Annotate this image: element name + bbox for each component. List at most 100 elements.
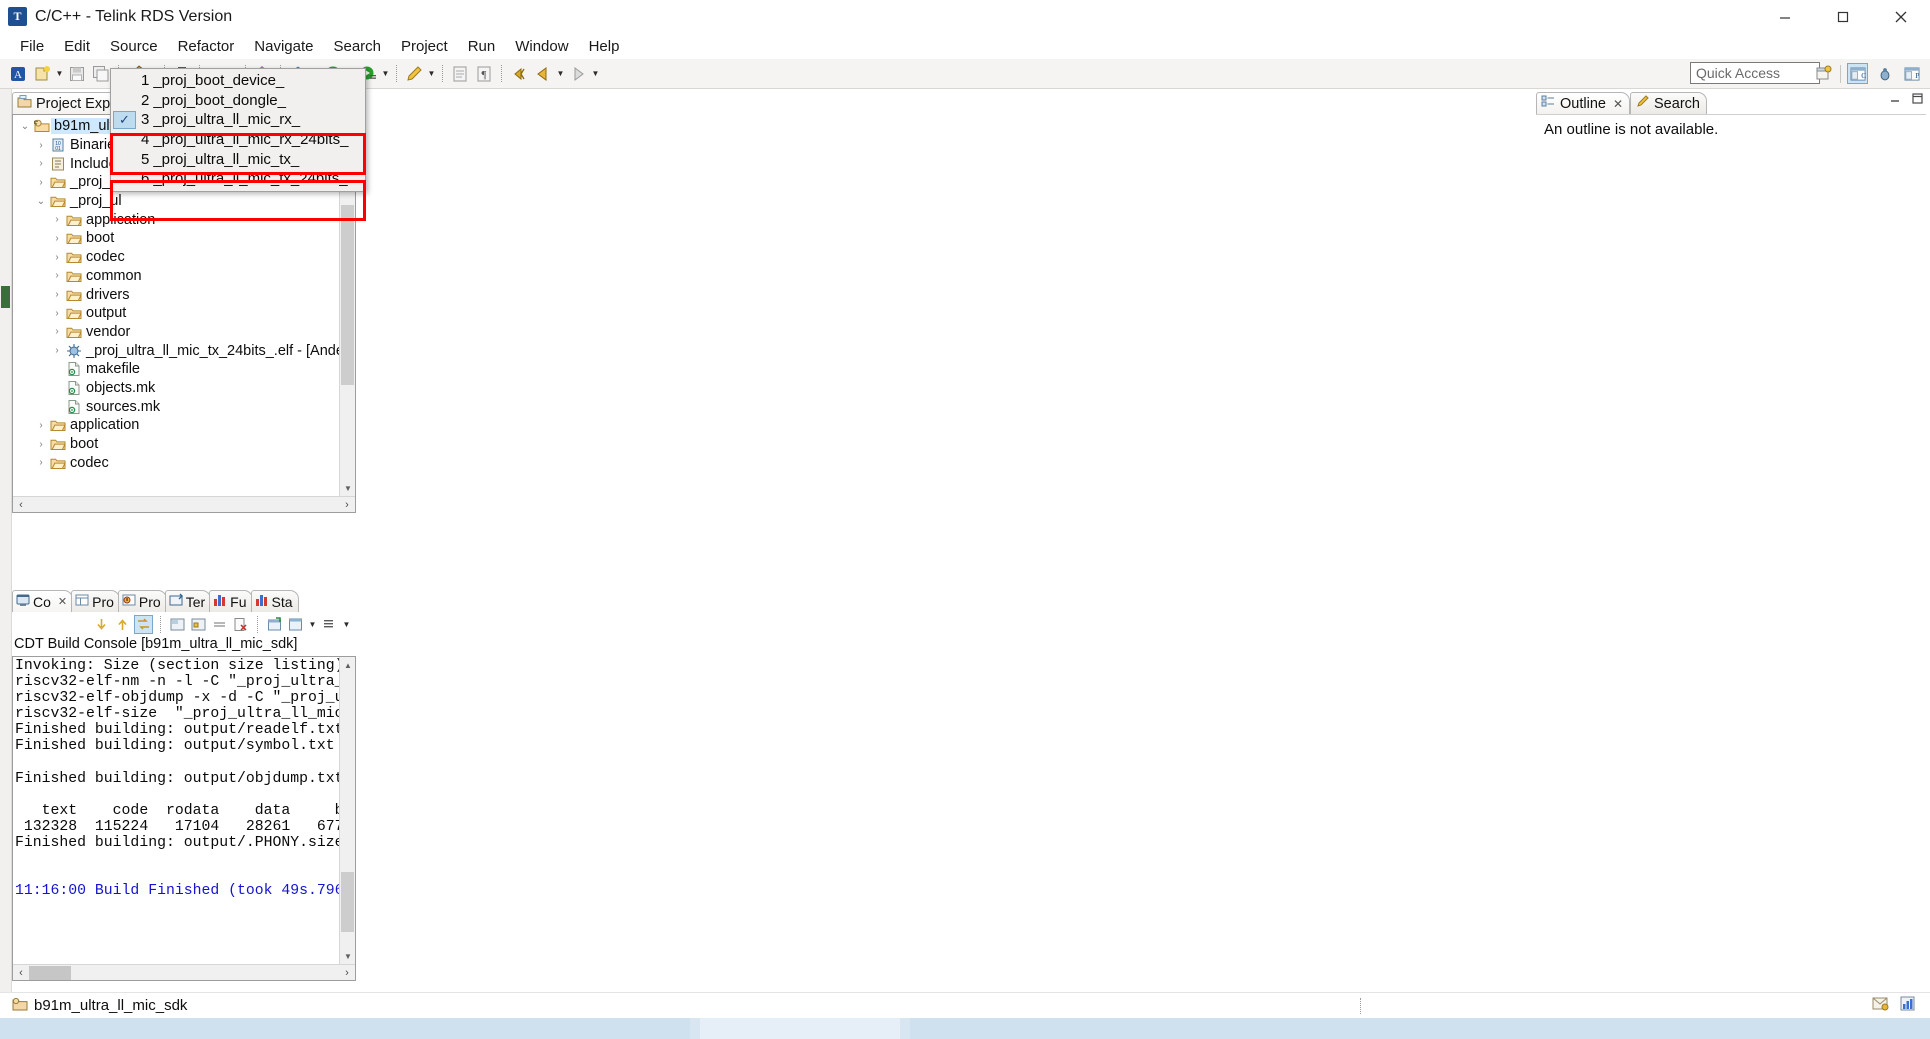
chevron-right-icon[interactable]: › [49, 214, 65, 225]
tree-item[interactable]: › vendor [13, 323, 339, 342]
chevron-right-icon[interactable]: › [33, 420, 49, 431]
show-whitespace-icon[interactable] [449, 63, 471, 85]
menu-project[interactable]: Project [391, 35, 458, 58]
tree-horizontal-scrollbar[interactable]: ‹ › [13, 496, 355, 512]
clear-console-icon[interactable] [168, 615, 187, 634]
build-config-item[interactable]: 4 _proj_ultra_ll_mic_rx_24bits_ [111, 130, 365, 150]
tree-item[interactable]: › application [13, 416, 339, 435]
word-wrap-icon[interactable] [210, 615, 229, 634]
tab-search[interactable]: Search [1630, 92, 1707, 114]
tree-item[interactable]: › boot [13, 229, 339, 248]
chevron-right-icon[interactable]: › [49, 289, 65, 300]
forward-dropdown-arrow-icon[interactable]: ▼ [590, 63, 601, 85]
menu-refactor[interactable]: Refactor [168, 35, 245, 58]
chevron-right-icon[interactable]: › [49, 233, 65, 244]
chevron-down-icon[interactable]: ⌄ [17, 121, 33, 132]
close-icon[interactable]: ✕ [58, 595, 67, 608]
close-icon[interactable] [1872, 0, 1930, 33]
save-all-icon[interactable] [90, 63, 112, 85]
minimize-icon[interactable] [1756, 0, 1814, 33]
menu-file[interactable]: File [10, 35, 54, 58]
back-arrow-icon[interactable] [532, 63, 554, 85]
marker-pen-icon[interactable] [403, 63, 425, 85]
scroll-thumb[interactable] [341, 872, 354, 932]
chevron-right-icon[interactable]: › [33, 158, 49, 169]
chevron-right-icon[interactable]: › [49, 270, 65, 281]
console-tab[interactable]: Ter [164, 590, 212, 612]
scroll-down-arrow-icon[interactable]: ▼ [340, 480, 355, 496]
tab-outline[interactable]: Outline ✕ [1536, 92, 1631, 114]
tree-item[interactable]: sources.mk [13, 397, 339, 416]
chevron-right-icon[interactable]: › [33, 457, 49, 468]
menu-help[interactable]: Help [579, 35, 630, 58]
perspective-cpp-icon[interactable]: C [1847, 63, 1868, 84]
close-icon[interactable]: ✕ [1613, 97, 1623, 111]
build-config-item[interactable]: 1 _proj_boot_device_ [111, 71, 365, 91]
back-history-icon[interactable] [508, 63, 530, 85]
save-icon[interactable] [66, 63, 88, 85]
console-horizontal-scrollbar[interactable]: ‹ › [13, 964, 355, 980]
notification-icon[interactable] [1872, 995, 1889, 1017]
tree-item[interactable]: › application [13, 210, 339, 229]
console-tab[interactable]: Co ✕ [12, 590, 74, 612]
chevron-right-icon[interactable]: › [33, 439, 49, 450]
build-config-item[interactable]: 2 _proj_boot_dongle_ [111, 91, 365, 111]
tree-item[interactable]: makefile [13, 360, 339, 379]
tree-item[interactable]: › _proj_ultra_ll_mic_tx_24bits_.elf - [An… [13, 341, 355, 360]
tree-item[interactable]: › drivers [13, 285, 339, 304]
scroll-down-arrow-icon[interactable]: ▼ [340, 948, 355, 964]
scroll-left-arrow-icon[interactable]: ‹ [13, 497, 29, 513]
scroll-up-icon[interactable] [113, 615, 132, 634]
scroll-left-arrow-icon[interactable]: ‹ [13, 965, 29, 981]
scroll-lock-icon[interactable] [134, 614, 153, 634]
build-config-item[interactable]: ✓ 3 _proj_ultra_ll_mic_rx_ [111, 110, 365, 130]
perspective-debug-icon[interactable] [1874, 63, 1895, 84]
lock-console-icon[interactable] [189, 615, 208, 634]
menu-source[interactable]: Source [100, 35, 168, 58]
scroll-right-arrow-icon[interactable]: › [339, 965, 355, 981]
scroll-right-arrow-icon[interactable]: › [339, 497, 355, 513]
console-tab[interactable]: Pro [71, 590, 120, 612]
new-wizard-icon[interactable] [31, 63, 53, 85]
menu-run[interactable]: Run [458, 35, 506, 58]
scroll-down-icon[interactable] [92, 615, 111, 634]
chevron-right-icon[interactable]: › [49, 326, 65, 337]
remove-console-icon[interactable] [231, 615, 250, 634]
scroll-up-arrow-icon[interactable]: ▲ [340, 657, 355, 673]
forward-arrow-icon[interactable] [567, 63, 589, 85]
menu-window[interactable]: Window [505, 35, 578, 58]
console-menu-icon[interactable] [320, 615, 339, 634]
tree-item[interactable]: › codec [13, 453, 339, 472]
chevron-right-icon[interactable]: › [33, 140, 49, 151]
open-perspective-icon[interactable] [1813, 63, 1834, 84]
chevron-right-icon[interactable]: › [49, 308, 65, 319]
build-config-item[interactable]: 5 _proj_ultra_ll_mic_tx_ [111, 149, 365, 169]
run-ext-dropdown-arrow-icon[interactable]: ▼ [380, 63, 391, 85]
chevron-right-icon[interactable]: › [49, 252, 65, 263]
scroll-thumb[interactable] [29, 965, 71, 980]
new-c-element-icon[interactable]: A [7, 63, 29, 85]
console-tab[interactable]: Pro [117, 590, 167, 612]
new-console-view-icon[interactable] [265, 615, 284, 634]
menu-edit[interactable]: Edit [54, 35, 100, 58]
build-configuration-menu[interactable]: 1 _proj_boot_device_ 2 _proj_boot_dongle_ ✓ 3… [110, 68, 366, 192]
console-output-text[interactable]: Invoking: Size (section size listing) ris… [15, 658, 339, 964]
new-dropdown-arrow-icon[interactable]: ▼ [54, 63, 65, 85]
console-menu-arrow-icon[interactable]: ▼ [341, 613, 352, 635]
tree-item[interactable]: objects.mk [13, 379, 339, 398]
open-console-icon[interactable] [286, 615, 305, 634]
console-tab[interactable]: Fu [209, 590, 253, 612]
console-vertical-scrollbar[interactable]: ▲ ▼ [339, 657, 355, 964]
chevron-right-icon[interactable]: › [49, 345, 65, 356]
perspective-project-icon[interactable]: P [1901, 63, 1922, 84]
tree-item[interactable]: ⌄ _proj_ul [13, 192, 339, 211]
chevron-down-icon[interactable]: ⌄ [33, 196, 49, 207]
minimize-icon[interactable] [1889, 92, 1902, 105]
build-config-item[interactable]: 6 _proj_ultra_ll_mic_tx_24bits_ [111, 169, 365, 189]
tree-item[interactable]: › boot [13, 435, 339, 454]
tree-item[interactable]: › output [13, 304, 339, 323]
tree-item[interactable]: › codec [13, 248, 339, 267]
back-dropdown-arrow-icon[interactable]: ▼ [555, 63, 566, 85]
maximize-icon[interactable] [1911, 92, 1924, 105]
menu-search[interactable]: Search [323, 35, 391, 58]
